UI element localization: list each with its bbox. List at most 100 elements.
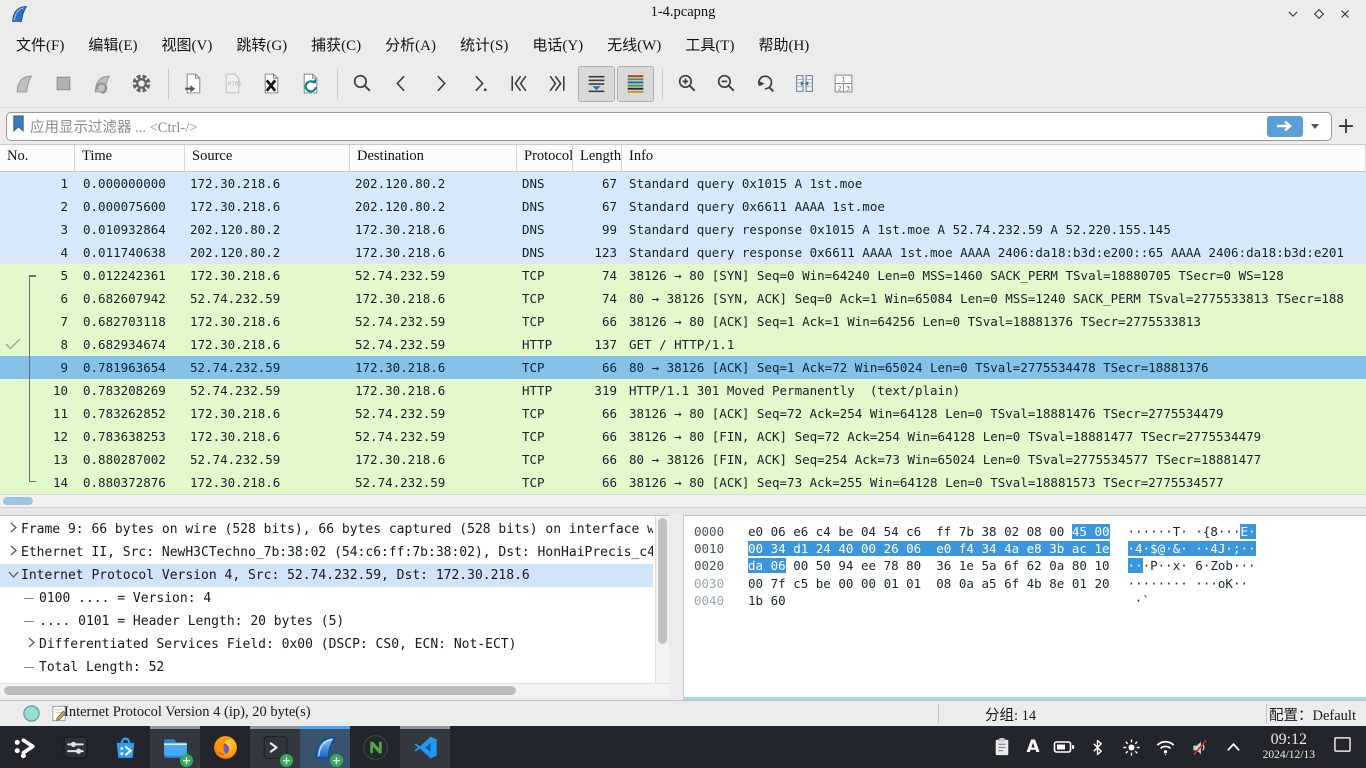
column-header-info[interactable]: Info — [622, 145, 1366, 171]
hex-byte[interactable]: 36 — [936, 558, 951, 573]
expert-info-icon[interactable] — [22, 704, 41, 728]
hex-byte[interactable]: c4 — [816, 524, 831, 539]
taskbar-app-app-store[interactable] — [100, 726, 150, 768]
packet-list-hscrollbar[interactable] — [0, 494, 1366, 507]
show-desktop-icon[interactable] — [1333, 736, 1352, 758]
hex-row[interactable]: 001000 34 d1 24 40 00 26 06 e0 f4 34 4a … — [694, 540, 1366, 557]
go-first-button[interactable] — [500, 66, 537, 102]
packet-row[interactable]: 50.012242361172.30.218.652.74.232.59TCP7… — [0, 264, 1366, 287]
hex-byte[interactable]: 08 — [1027, 524, 1042, 539]
menu-item-6[interactable]: 统计(S) — [448, 32, 520, 57]
chevron-up-icon[interactable] — [1223, 741, 1245, 753]
packet-row[interactable]: 20.000075600172.30.218.6202.120.80.2DNS6… — [0, 195, 1366, 218]
hex-byte[interactable]: be — [816, 576, 831, 591]
hex-byte[interactable]: 40 — [838, 541, 853, 556]
packet-row[interactable]: 60.68260794252.74.232.59172.30.218.6TCP7… — [0, 287, 1366, 310]
column-header-protocol[interactable]: Protocol — [517, 145, 573, 171]
hex-byte[interactable]: ac — [1072, 541, 1087, 556]
hex-byte[interactable]: da — [748, 558, 763, 573]
hex-byte[interactable]: 78 — [884, 558, 899, 573]
packet-row[interactable]: 90.78196365452.74.232.59172.30.218.6TCP6… — [0, 356, 1366, 379]
hex-byte[interactable]: 34 — [771, 541, 786, 556]
hex-byte[interactable]: 60 — [771, 593, 786, 608]
column-header-destination[interactable]: Destination — [350, 145, 517, 171]
clipboard-icon[interactable] — [991, 737, 1013, 757]
input-method-indicator[interactable]: A — [1026, 737, 1039, 757]
hex-byte[interactable]: 5a — [981, 558, 996, 573]
hex-byte[interactable]: 7f — [771, 576, 786, 591]
details-hscrollbar[interactable] — [0, 683, 669, 697]
taskbar-app-firefox[interactable] — [200, 726, 250, 768]
volume-muted-icon[interactable] — [1189, 738, 1211, 757]
hex-byte[interactable]: 01 — [884, 576, 899, 591]
taskbar-app-settings[interactable] — [50, 726, 100, 768]
open-file-button[interactable] — [175, 66, 212, 102]
pane-splitter[interactable] — [0, 507, 1366, 515]
detail-line[interactable]: Differentiated Services Field: 0x00 (DSC… — [0, 633, 653, 656]
add-filter-button[interactable]: + — [1332, 114, 1360, 139]
hex-byte[interactable]: 45 — [1072, 524, 1087, 539]
detail-line[interactable]: 0100 .... = Version: 4 — [0, 587, 653, 610]
hex-byte[interactable]: ee — [861, 558, 876, 573]
zoom-out-button[interactable] — [708, 66, 745, 102]
packet-row[interactable]: 120.783638253172.30.218.652.74.232.59TCP… — [0, 425, 1366, 448]
hex-byte[interactable]: 06 — [906, 541, 921, 556]
hex-byte[interactable]: 00 — [1094, 524, 1109, 539]
hex-byte[interactable]: e8 — [1027, 541, 1042, 556]
clock[interactable]: 09:12 2024/12/13 — [1263, 732, 1315, 762]
packet-row[interactable]: 130.88028700252.74.232.59172.30.218.6TCP… — [0, 448, 1366, 471]
hex-byte[interactable]: 1b — [748, 593, 763, 608]
hex-byte[interactable]: 00 — [748, 576, 763, 591]
menu-item-1[interactable]: 编辑(E) — [76, 32, 149, 57]
hex-byte[interactable]: 1e — [1094, 541, 1109, 556]
hex-byte[interactable]: 8e — [1049, 576, 1064, 591]
detail-line[interactable]: .... 0101 = Header Length: 20 bytes (5) — [0, 610, 653, 633]
packet-row[interactable]: 70.682703118172.30.218.652.74.232.59TCP6… — [0, 310, 1366, 333]
column-header-no[interactable]: No. — [0, 145, 75, 171]
hex-byte[interactable]: 00 — [748, 541, 763, 556]
hex-byte[interactable]: 38 — [981, 524, 996, 539]
hex-byte[interactable]: 00 — [861, 576, 876, 591]
bookmark-icon[interactable] — [11, 114, 26, 138]
column-header-source[interactable]: Source — [185, 145, 350, 171]
hex-byte[interactable]: be — [838, 524, 853, 539]
detail-line[interactable]: Ethernet II, Src: NewH3CTechno_7b:38:02 … — [0, 541, 653, 564]
hex-byte[interactable]: e0 — [748, 524, 763, 539]
hex-byte[interactable]: 04 — [861, 524, 876, 539]
hex-byte[interactable]: 00 — [838, 576, 853, 591]
menu-item-5[interactable]: 分析(A) — [373, 32, 448, 57]
hex-row[interactable]: 003000 7f c5 be 00 00 01 01 08 0a a5 6f … — [694, 575, 1366, 592]
zoom-in-button[interactable] — [669, 66, 706, 102]
hex-byte[interactable]: 6f — [1004, 576, 1019, 591]
profile-label[interactable]: 配置：Default — [1269, 704, 1356, 725]
hex-byte[interactable]: 80 — [1072, 558, 1087, 573]
colorize-button[interactable] — [617, 66, 654, 102]
hex-byte[interactable]: c5 — [793, 576, 808, 591]
hex-byte[interactable]: 0a — [959, 576, 974, 591]
hex-byte[interactable]: 54 — [884, 524, 899, 539]
menu-item-8[interactable]: 无线(W) — [595, 32, 673, 57]
apply-filter-arrow-icon[interactable] — [1267, 116, 1303, 137]
hex-byte[interactable]: e6 — [793, 524, 808, 539]
hex-row[interactable]: 00401b 60 ·` — [694, 592, 1366, 609]
reload-file-button[interactable] — [292, 66, 329, 102]
taskbar-app-terminal[interactable]: + — [250, 726, 300, 768]
hex-byte[interactable]: 00 — [793, 558, 808, 573]
packet-row[interactable]: 40.011740638202.120.80.2172.30.218.6DNS1… — [0, 241, 1366, 264]
hex-row[interactable]: 0020da 06 00 50 94 ee 78 80 36 1e 5a 6f … — [694, 557, 1366, 574]
packet-row[interactable]: 30.010932864202.120.80.2172.30.218.6DNS9… — [0, 218, 1366, 241]
find-packet-button[interactable] — [344, 66, 381, 102]
hex-byte[interactable]: 08 — [936, 576, 951, 591]
column-header-time[interactable]: Time — [75, 145, 185, 171]
hex-byte[interactable]: 10 — [1094, 558, 1109, 573]
expander-right-icon[interactable] — [6, 541, 21, 564]
hex-byte[interactable]: e0 — [936, 541, 951, 556]
hex-byte[interactable]: a5 — [981, 576, 996, 591]
taskbar-app-wireshark[interactable]: + — [300, 726, 350, 768]
hex-byte[interactable]: 06 — [771, 524, 786, 539]
menu-item-10[interactable]: 帮助(H) — [746, 32, 821, 57]
details-vscrollbar[interactable] — [655, 516, 669, 684]
taskbar-app-file-manager[interactable]: + — [150, 726, 200, 768]
hex-byte[interactable]: 0a — [1049, 558, 1064, 573]
expander-right-icon[interactable] — [24, 633, 39, 656]
